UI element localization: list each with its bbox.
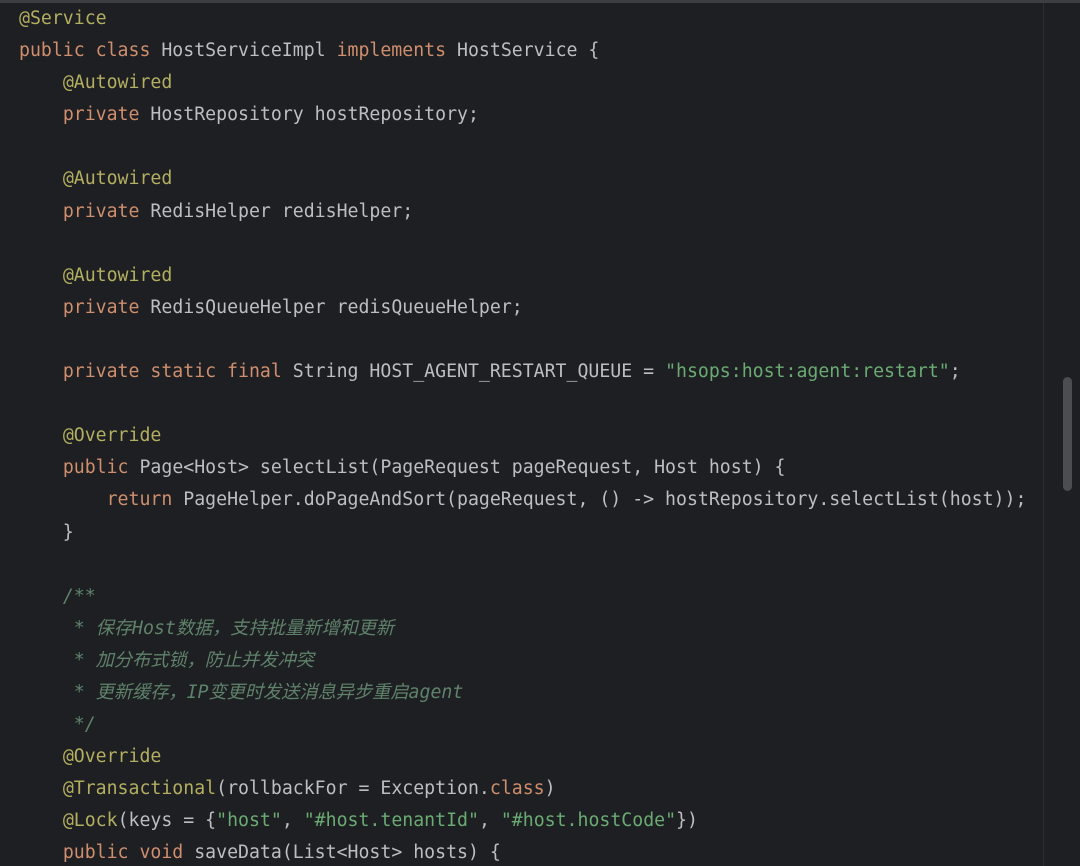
annotation-token: @Override xyxy=(62,746,162,768)
code-token: ) xyxy=(544,778,556,800)
keyword-token: public class xyxy=(19,40,162,62)
code-line[interactable]: * 更新缓存，IP变更时发送消息异步重启agent xyxy=(19,677,1040,709)
keyword-token: private xyxy=(62,104,151,126)
code-line[interactable]: @Override xyxy=(19,741,1040,773)
code-line[interactable]: * 保存Host数据，支持批量新增和更新 xyxy=(19,613,1040,645)
keyword-token: return xyxy=(106,489,184,511)
code-line[interactable]: private RedisHelper redisHelper; xyxy=(19,196,1040,228)
code-token: RedisQueueHelper redisQueueHelper; xyxy=(150,296,523,318)
code-line[interactable] xyxy=(19,228,1040,260)
code-token: RedisHelper redisHelper; xyxy=(150,200,414,222)
doc-comment-token: * 加分布式锁，防止并发冲突 xyxy=(73,649,314,671)
code-line[interactable]: @Service xyxy=(19,3,1040,35)
code-line[interactable]: @Override xyxy=(19,420,1040,452)
code-line[interactable]: @Lock(keys = {"host", "#host.tenantId", … xyxy=(19,805,1040,837)
code-line[interactable] xyxy=(19,131,1040,163)
doc-comment-token: * 更新缓存，IP变更时发送消息异步重启agent xyxy=(73,681,464,703)
code-token: }) xyxy=(676,810,698,832)
keyword-token: implements xyxy=(336,40,458,62)
code-token: saveData(List<Host> hosts) { xyxy=(194,842,501,864)
code-line[interactable]: */ xyxy=(19,709,1040,741)
keyword-token: class xyxy=(489,778,545,800)
annotation-token: @Override xyxy=(62,425,162,447)
scrollbar-thumb[interactable] xyxy=(1063,377,1072,491)
code-token: HostRepository hostRepository; xyxy=(150,104,479,126)
code-line[interactable]: private RedisQueueHelper redisQueueHelpe… xyxy=(19,292,1040,324)
code-line[interactable]: private HostRepository hostRepository; xyxy=(19,99,1040,131)
vertical-scrollbar[interactable] xyxy=(1043,3,1080,866)
doc-comment-token: * 保存Host数据，支持批量新增和更新 xyxy=(73,617,395,639)
code-token: HostService { xyxy=(457,40,600,62)
string-token: "#host.tenantId" xyxy=(303,810,479,832)
keyword-token: private xyxy=(62,296,151,318)
code-token: (rollbackFor = Exception. xyxy=(216,778,490,800)
keyword-token: private static final xyxy=(62,361,293,383)
string-token: "hsops:host:agent:restart" xyxy=(665,361,950,383)
code-line[interactable]: public class HostServiceImpl implements … xyxy=(19,35,1040,67)
code-line[interactable]: } xyxy=(19,517,1040,549)
annotation-token: @Autowired xyxy=(62,168,173,190)
code-line[interactable]: /** xyxy=(19,581,1040,613)
code-token: , xyxy=(281,810,304,832)
code-line[interactable] xyxy=(19,388,1040,420)
code-line[interactable]: @Autowired xyxy=(19,260,1040,292)
annotation-token: @Lock xyxy=(62,810,118,832)
code-line[interactable]: @Autowired xyxy=(19,67,1040,99)
keyword-token: public void xyxy=(62,842,195,864)
code-line[interactable]: public Page<Host> selectList(PageRequest… xyxy=(19,452,1040,484)
annotation-token: @Service xyxy=(19,8,107,29)
annotation-token: @Autowired xyxy=(62,264,173,286)
string-token: "#host.hostCode" xyxy=(500,810,677,832)
annotation-token: @Autowired xyxy=(62,72,173,94)
code-token: ; xyxy=(949,361,961,383)
doc-comment-token: /** xyxy=(62,585,96,607)
code-token: (keys = { xyxy=(117,810,217,832)
string-token: "host" xyxy=(216,810,282,832)
doc-comment-token: */ xyxy=(73,714,96,736)
code-line[interactable]: @Autowired xyxy=(19,163,1040,195)
code-line[interactable]: @Transactional(rollbackFor = Exception.c… xyxy=(19,773,1040,805)
code-line[interactable] xyxy=(19,549,1040,581)
code-token: Page<Host> selectList(PageRequest pageRe… xyxy=(139,457,786,479)
code-area[interactable]: @Service public class HostServiceImpl imp… xyxy=(19,3,1040,866)
code-token: String HOST_AGENT_RESTART_QUEUE = xyxy=(292,361,666,383)
code-token: , xyxy=(478,810,501,832)
code-line[interactable]: * 加分布式锁，防止并发冲突 xyxy=(19,645,1040,677)
code-token: } xyxy=(19,521,74,543)
code-line[interactable]: public void saveData(List<Host> hosts) { xyxy=(19,837,1040,866)
code-line[interactable]: return PageHelper.doPageAndSort(pageRequ… xyxy=(19,484,1040,516)
keyword-token: private xyxy=(62,200,151,222)
annotation-token: @Transactional xyxy=(62,778,217,800)
code-editor[interactable]: @Service public class HostServiceImpl imp… xyxy=(0,0,1080,866)
code-line[interactable] xyxy=(19,324,1040,356)
code-token: PageHelper.doPageAndSort(pageRequest, ()… xyxy=(183,489,1027,511)
code-token: HostServiceImpl xyxy=(161,40,337,62)
code-line[interactable]: private static final String HOST_AGENT_R… xyxy=(19,356,1040,388)
keyword-token: public xyxy=(62,457,140,479)
